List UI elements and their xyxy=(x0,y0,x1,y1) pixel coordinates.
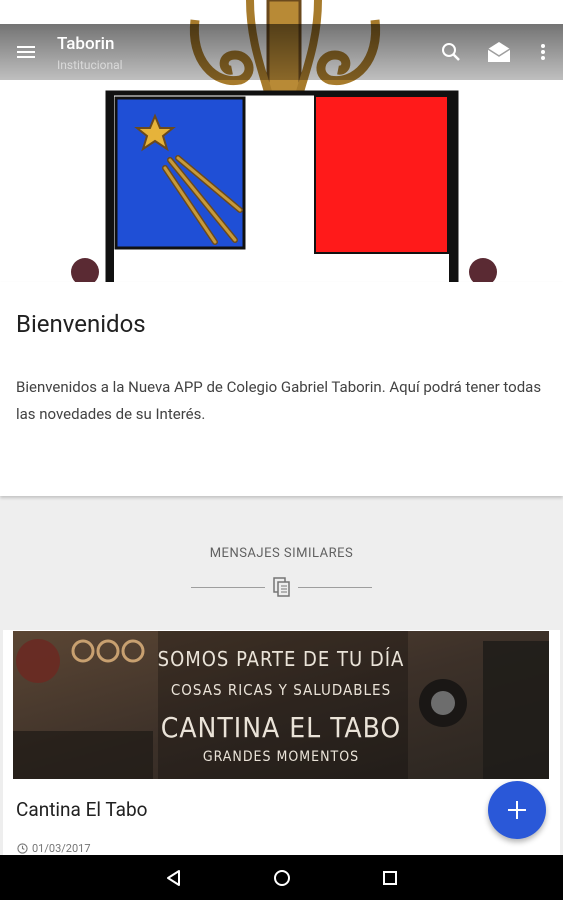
plus-icon xyxy=(508,801,526,819)
app-title: Taborin xyxy=(57,34,115,54)
divider-right xyxy=(298,587,372,588)
welcome-body: Bienvenidos a la Nueva APP de Colegio Ga… xyxy=(16,378,542,423)
home-icon[interactable] xyxy=(273,869,291,887)
post-date: 01/03/2017 xyxy=(32,842,91,855)
back-icon[interactable] xyxy=(165,869,183,887)
post-date-row: 01/03/2017 xyxy=(17,842,91,855)
recents-icon[interactable] xyxy=(381,869,399,887)
more-vert-icon[interactable] xyxy=(531,40,555,64)
post-card[interactable]: SOMOS PARTE DE TU DÍA COSAS RICAS Y SALU… xyxy=(3,630,560,860)
signal-icon xyxy=(490,6,503,18)
similar-messages-title: MENSAJES SIMILARES xyxy=(209,546,354,561)
app-subtitle: Institucional xyxy=(57,58,123,72)
banner-line-2: COSAS RICAS Y SALUDABLES xyxy=(170,681,392,699)
notification-n-icon: N xyxy=(8,4,18,20)
navigation-bar xyxy=(0,855,563,900)
add-fab-button[interactable] xyxy=(488,781,546,839)
banner-line-4: GRANDES MOMENTOS xyxy=(202,749,360,765)
clock-icon xyxy=(17,843,28,854)
banner-line-1: SOMOS PARTE DE TU DÍA xyxy=(157,647,405,671)
mail-icon[interactable] xyxy=(486,40,512,64)
banner-line-3: CANTINA EL TABO xyxy=(160,711,402,744)
battery-icon xyxy=(508,5,517,19)
post-title[interactable]: Cantina El Tabo xyxy=(16,798,147,821)
menu-icon[interactable] xyxy=(14,40,38,64)
search-icon[interactable] xyxy=(439,40,463,64)
network-label: 3G xyxy=(474,7,485,17)
welcome-heading: Bienvenidos xyxy=(16,310,146,338)
welcome-card: Bienvenidos Bienvenidos a la Nueva APP d… xyxy=(0,282,563,496)
divider-left xyxy=(191,587,265,588)
copy-docs-icon xyxy=(273,577,290,597)
app-screen: N 3G 16:06 Taborin Institucional Bienven… xyxy=(0,0,563,900)
status-time: 16:06 xyxy=(522,4,555,20)
shield-red-panel xyxy=(314,95,449,254)
post-banner-image: SOMOS PARTE DE TU DÍA COSAS RICAS Y SALU… xyxy=(13,631,549,779)
status-bar: N 3G 16:06 xyxy=(0,0,563,24)
app-bar: Taborin Institucional xyxy=(0,24,563,80)
